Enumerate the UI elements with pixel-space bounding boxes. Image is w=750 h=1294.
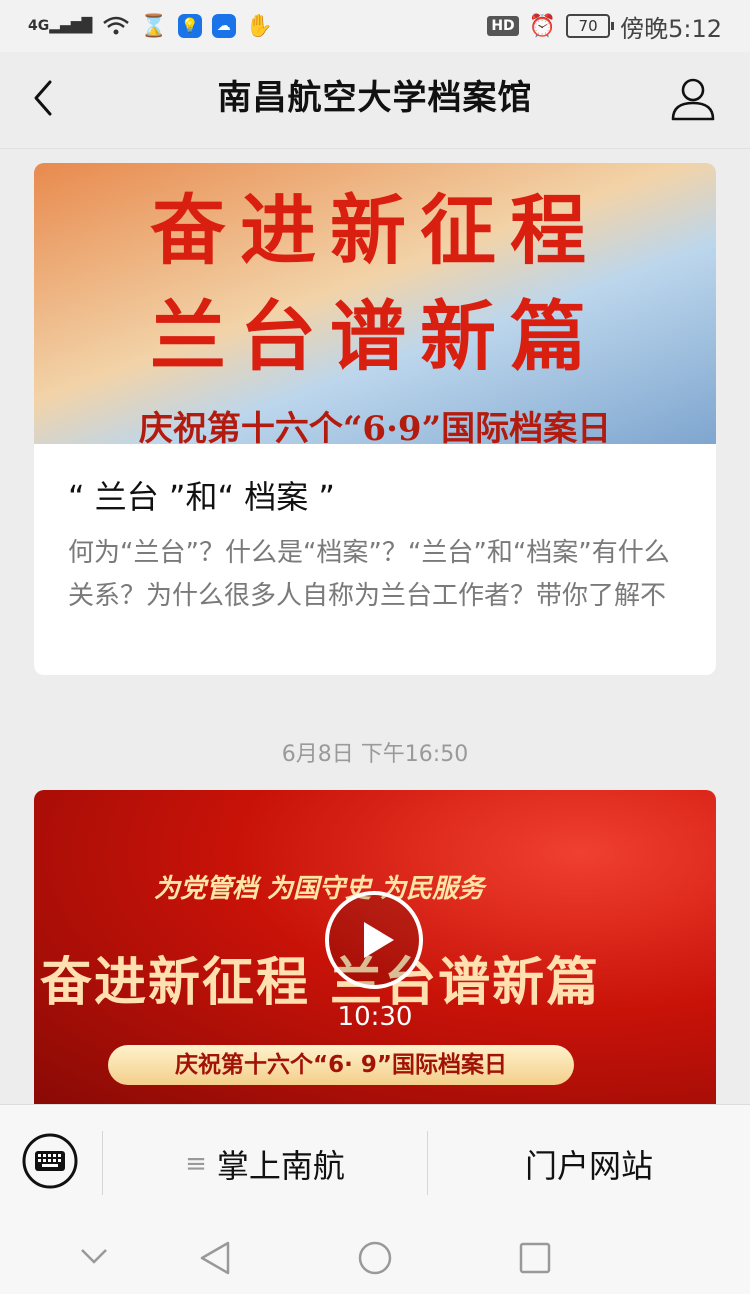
menu-list-icon: ≡ [185, 1149, 207, 1179]
network-type: 4G [28, 18, 50, 34]
video-card[interactable]: 为党管档 为国守史 为民服务 奋进新征程 兰台谱新篇 庆祝第十六个“6· 9”国… [34, 790, 716, 1104]
bottom-menu-bar: ≡ 掌上南航 门户网站 [0, 1104, 750, 1223]
wifi-icon [102, 15, 130, 37]
lightbulb-app-icon: 💡 [177, 14, 202, 38]
article-cover-image: 奋进新征程 兰台谱新篇 庆祝第十六个“6·9”国际档案日 [34, 163, 716, 444]
message-timestamp: 6月8日 下午16:50 [281, 742, 469, 767]
profile-button[interactable] [670, 76, 716, 122]
article-summary: 何为“兰台”？什么是“档案”？“兰台”和“档案”有什么关系？为什么很多人自称为兰… [68, 538, 670, 611]
back-triangle-icon[interactable] [198, 1240, 232, 1276]
hd-badge: HD [487, 16, 519, 36]
menu-item-portal-website[interactable]: 门户网站 [428, 1105, 750, 1223]
play-icon[interactable] [324, 890, 424, 990]
chevron-down-icon[interactable] [78, 1244, 110, 1268]
video-duration: 10:30 [337, 1002, 413, 1032]
page-title: 南昌航空大学档案馆 [217, 78, 533, 118]
home-circle-icon[interactable] [357, 1240, 393, 1276]
clock: 傍晚5:12 [620, 14, 722, 43]
weather-app-icon: ☁ [211, 14, 236, 38]
nav-bar: 南昌航空大学档案馆 [0, 52, 750, 149]
article-title: “ 兰台 ”和“ 档案 ” [68, 478, 336, 516]
cover-subtitle: 庆祝第十六个“6·9”国际档案日 [138, 409, 612, 444]
recents-square-icon[interactable] [518, 1241, 552, 1275]
system-navigation-bar [0, 1222, 750, 1294]
hand-icon: ✋ [245, 13, 274, 39]
cover-headline-2: 兰台谱新篇 [150, 292, 600, 381]
article-card[interactable]: 奋进新征程 兰台谱新篇 庆祝第十六个“6·9”国际档案日 “ 兰台 ”和“ 档案… [34, 163, 716, 675]
keyboard-toggle-button[interactable] [22, 1133, 78, 1189]
battery-icon: 70 [566, 14, 615, 38]
menu-item-label: 掌上南航 [216, 1147, 345, 1185]
alarm-icon: ⏰ [528, 13, 557, 39]
hourglass-icon: ⌛ [140, 13, 168, 39]
video-ribbon: 庆祝第十六个“6· 9”国际档案日 [108, 1045, 574, 1085]
video-slogan: 为党管档 为国守史 为民服务 [154, 874, 485, 904]
user-icon [671, 78, 715, 121]
menu-item-label: 门户网站 [524, 1147, 653, 1185]
status-right: HD ⏰ 70 傍晚5:12 [487, 9, 722, 44]
signal-icon: 4G▂▄▆█ [28, 18, 93, 34]
status-bar: 4G▂▄▆█ ⌛ 💡 ☁ ✋ HD ⏰ 70 傍晚5:12 [0, 0, 750, 52]
keyboard-icon [22, 1133, 78, 1189]
status-left: 4G▂▄▆█ ⌛ 💡 ☁ ✋ [28, 14, 273, 39]
menu-item-zhangshang-nanhang[interactable]: ≡ 掌上南航 [103, 1105, 427, 1223]
cover-headline-1: 奋进新征程 [150, 186, 600, 275]
video-cover-image: 为党管档 为国守史 为民服务 奋进新征程 兰台谱新篇 庆祝第十六个“6· 9”国… [34, 790, 716, 1104]
